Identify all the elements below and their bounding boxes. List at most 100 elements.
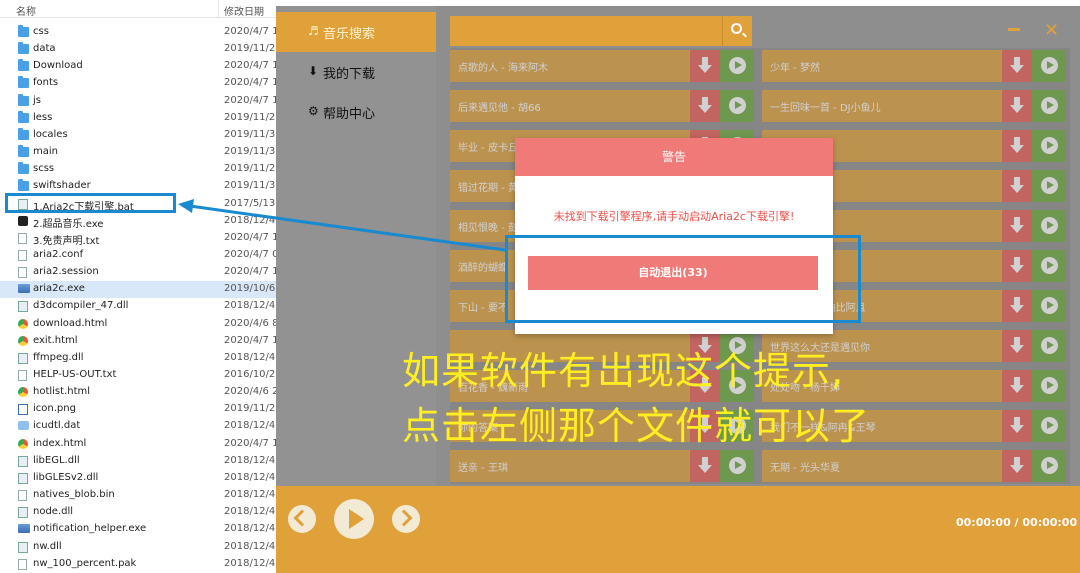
file-row[interactable]: node.dll 2018/12/4 bbox=[0, 504, 276, 521]
download-button[interactable] bbox=[1002, 450, 1032, 482]
play-icon[interactable] bbox=[334, 499, 374, 539]
file-row[interactable]: locales 2019/11/30 bbox=[0, 127, 282, 144]
play-button[interactable] bbox=[720, 450, 754, 482]
file-row[interactable]: libEGL.dll 2018/12/4 bbox=[0, 453, 276, 470]
download-button[interactable] bbox=[1002, 370, 1032, 402]
song-item[interactable]: 送亲 - 王琪 bbox=[450, 450, 754, 482]
minimize-icon[interactable] bbox=[1008, 28, 1020, 31]
folder-icon bbox=[18, 76, 29, 89]
file-row[interactable]: index.html 2020/4/7 13 bbox=[0, 436, 285, 453]
download-button[interactable] bbox=[1002, 330, 1032, 362]
app-icon bbox=[18, 284, 30, 294]
sidebar-item-downloads[interactable]: ⬇ 我的下载 bbox=[276, 52, 436, 92]
file-row[interactable]: icon.png 2019/11/22 bbox=[0, 401, 282, 418]
file-row[interactable]: ffmpeg.dll 2018/12/4 bbox=[0, 350, 276, 367]
sidebar-item-search[interactable]: ♬ 音乐搜索 bbox=[276, 12, 436, 52]
close-icon[interactable]: ✕ bbox=[1044, 20, 1059, 41]
file-row[interactable]: hotlist.html 2020/4/6 22 bbox=[0, 384, 285, 401]
file-row[interactable]: nw_100_percent.pak 2018/12/4 bbox=[0, 556, 276, 573]
file-row[interactable]: notification_helper.exe 2018/12/4 bbox=[0, 521, 276, 538]
column-header-name[interactable]: 名称 bbox=[16, 3, 36, 18]
play-button[interactable] bbox=[720, 90, 754, 122]
file-row[interactable]: css 2020/4/7 13 bbox=[0, 24, 285, 41]
next-icon[interactable] bbox=[392, 505, 420, 533]
play-button[interactable] bbox=[1032, 410, 1066, 442]
sidebar-item-label: 音乐搜索 bbox=[323, 27, 376, 42]
download-button[interactable] bbox=[690, 450, 720, 482]
play-button[interactable] bbox=[1032, 210, 1066, 242]
play-button[interactable] bbox=[1032, 90, 1066, 122]
download-arrow-icon bbox=[1010, 457, 1024, 473]
file-name: scss bbox=[33, 163, 55, 175]
file-name: fonts bbox=[33, 77, 59, 89]
file-row[interactable]: d3dcompiler_47.dll 2018/12/4 bbox=[0, 298, 276, 315]
file-name: main bbox=[33, 146, 58, 158]
download-button[interactable] bbox=[1002, 210, 1032, 242]
file-row[interactable]: HELP-US-OUT.txt 2016/10/28 bbox=[0, 367, 282, 384]
download-button[interactable] bbox=[1002, 290, 1032, 322]
file-row[interactable]: Download 2020/4/7 13 bbox=[0, 58, 285, 75]
play-button[interactable] bbox=[720, 50, 754, 82]
play-button[interactable] bbox=[1032, 170, 1066, 202]
file-row[interactable]: scss 2019/11/28 bbox=[0, 161, 282, 178]
song-title: 后来遇见他 - 胡66 bbox=[458, 103, 541, 114]
file-date: 2019/11/28 bbox=[224, 43, 282, 55]
file-row[interactable]: exit.html 2020/4/7 13 bbox=[0, 333, 285, 350]
chrome-icon bbox=[18, 318, 28, 329]
music-note-icon: ♬ bbox=[308, 24, 319, 38]
song-item[interactable]: 无期 - 光头华夏 bbox=[762, 450, 1066, 482]
player-bar: 00:00:00 / 00:00:00 bbox=[276, 486, 1080, 560]
song-item[interactable]: 少年 - 梦然 bbox=[762, 50, 1066, 82]
file-row[interactable]: download.html 2020/4/6 8 bbox=[0, 316, 278, 333]
column-divider[interactable] bbox=[218, 0, 219, 18]
file-row[interactable]: icudtl.dat 2018/12/4 bbox=[0, 418, 276, 435]
file-date: 2018/12/4 bbox=[224, 300, 276, 312]
file-date: 2018/12/4 bbox=[224, 489, 276, 501]
play-button[interactable] bbox=[1032, 330, 1066, 362]
song-item[interactable]: 后来遇见他 - 胡66 bbox=[450, 90, 754, 122]
download-button[interactable] bbox=[1002, 90, 1032, 122]
file-row[interactable]: nw.dll 2018/12/4 bbox=[0, 539, 276, 556]
file-row[interactable]: js 2020/4/7 13 bbox=[0, 93, 285, 110]
play-button[interactable] bbox=[1032, 50, 1066, 82]
download-button[interactable] bbox=[690, 50, 720, 82]
file-row[interactable]: aria2c.exe 2019/10/6 1 bbox=[0, 281, 285, 299]
file-row[interactable]: aria2.conf 2020/4/7 0 bbox=[0, 247, 278, 264]
download-button[interactable] bbox=[690, 90, 720, 122]
dll-file-icon bbox=[18, 455, 28, 467]
file-row[interactable]: 2.超品音乐.exe 2018/12/4 bbox=[0, 213, 276, 230]
file-row[interactable]: less 2019/11/28 bbox=[0, 110, 282, 127]
play-button[interactable] bbox=[1032, 450, 1066, 482]
file-row[interactable]: main 2019/11/30 bbox=[0, 144, 282, 161]
song-item[interactable]: 一生回味一首 - DJ小鱼儿 bbox=[762, 90, 1066, 122]
download-button[interactable] bbox=[1002, 170, 1032, 202]
download-button[interactable] bbox=[1002, 50, 1032, 82]
file-name: css bbox=[33, 26, 49, 37]
search-input[interactable] bbox=[450, 16, 722, 46]
file-name: swiftshader bbox=[33, 180, 91, 192]
play-button[interactable] bbox=[1032, 290, 1066, 322]
column-header-date[interactable]: 修改日期 bbox=[224, 3, 264, 18]
previous-icon[interactable] bbox=[288, 505, 316, 533]
dll-file-icon bbox=[18, 472, 28, 484]
file-name: nw_100_percent.pak bbox=[33, 557, 137, 569]
download-button[interactable] bbox=[1002, 250, 1032, 282]
play-circle-icon bbox=[1041, 337, 1058, 354]
file-date: 2019/11/30 bbox=[224, 128, 282, 140]
file-row[interactable]: 3.免责声明.txt 2020/4/7 13 bbox=[0, 230, 285, 247]
download-button[interactable] bbox=[1002, 130, 1032, 162]
folder-icon bbox=[18, 162, 29, 175]
sidebar-item-help[interactable]: ⚙ 帮助中心 bbox=[276, 92, 436, 132]
file-row[interactable]: fonts 2020/4/7 13 bbox=[0, 75, 285, 92]
play-button[interactable] bbox=[1032, 370, 1066, 402]
download-button[interactable] bbox=[1002, 410, 1032, 442]
song-item[interactable]: 点歌的人 - 海来阿木 bbox=[450, 50, 754, 82]
file-row[interactable]: libGLESv2.dll 2018/12/4 bbox=[0, 470, 276, 487]
play-button[interactable] bbox=[1032, 130, 1066, 162]
search-button[interactable] bbox=[722, 16, 752, 46]
file-row[interactable]: data 2019/11/28 bbox=[0, 41, 282, 58]
play-button[interactable] bbox=[1032, 250, 1066, 282]
file-row[interactable]: natives_blob.bin 2018/12/4 bbox=[0, 487, 276, 504]
file-row[interactable]: aria2.session 2020/4/7 13 bbox=[0, 264, 285, 281]
file-date: 2018/12/4 bbox=[224, 351, 276, 363]
